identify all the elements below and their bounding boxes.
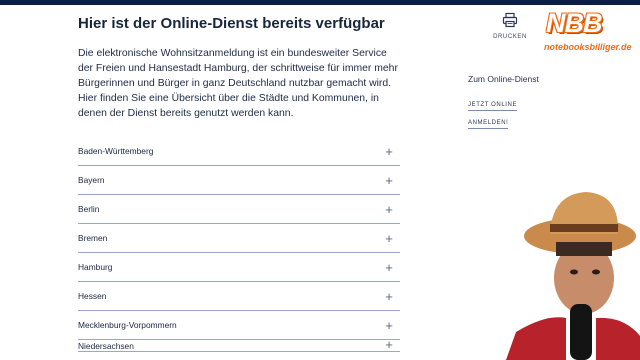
page-heading: Hier ist der Online-Dienst bereits verfü… [78,15,385,32]
accordion-item-label: Bremen [78,233,108,243]
accordion-item-label: Hamburg [78,262,113,272]
online-service-box: Zum Online-Dienst JETZT ONLINE ANMELDEN! [468,74,588,129]
plus-icon[interactable]: + [382,232,396,245]
accordion-item-baden-wuerttemberg[interactable]: Baden-Württemberg + [78,137,400,166]
state-accordion: Baden-Württemberg + Bayern + Berlin + Br… [78,137,400,352]
plus-icon[interactable]: + [382,261,396,274]
printer-icon [502,12,518,28]
accordion-item-mecklenburg-vorpommern[interactable]: Mecklenburg-Vorpommern + [78,311,400,340]
accordion-item-label: Berlin [78,204,100,214]
register-online-link[interactable]: JETZT ONLINE [468,101,518,111]
accordion-item-bremen[interactable]: Bremen + [78,224,400,253]
print-label: DRUCKEN [493,34,527,40]
logo-brand-text: NBB [546,8,602,38]
accordion-item-label: Hessen [78,291,107,301]
plus-icon[interactable]: + [382,340,396,351]
intro-paragraph: Die elektronische Wohnsitzanmeldung ist … [78,48,398,119]
plus-icon[interactable]: + [382,174,396,187]
accordion-item-bayern[interactable]: Bayern + [78,166,400,195]
accordion-item-niedersachsen[interactable]: Niedersachsen + [78,340,400,352]
nbb-logo: NBB notebooksbilliger.de [544,8,640,58]
register-online-link-line2[interactable]: ANMELDEN! [468,119,509,129]
plus-icon[interactable]: + [382,145,396,158]
accordion-item-label: Mecklenburg-Vorpommern [78,320,177,330]
accordion-item-label: Baden-Württemberg [78,146,154,156]
main-content: Hier ist der Online-Dienst bereits verfü… [78,14,400,121]
webcam-presenter-overlay [506,192,640,360]
logo-subtitle-text: notebooksbilliger.de [544,42,632,52]
plus-icon[interactable]: + [382,203,396,216]
plus-icon[interactable]: + [382,290,396,303]
accordion-item-hamburg[interactable]: Hamburg + [78,253,400,282]
print-button[interactable]: DRUCKEN [488,12,532,40]
online-service-title: Zum Online-Dienst [468,74,539,84]
top-navigation-bar [0,0,640,5]
plus-icon[interactable]: + [382,319,396,332]
accordion-item-hessen[interactable]: Hessen + [78,282,400,311]
accordion-item-label: Niedersachsen [78,341,134,351]
accordion-item-label: Bayern [78,175,105,185]
accordion-item-berlin[interactable]: Berlin + [78,195,400,224]
